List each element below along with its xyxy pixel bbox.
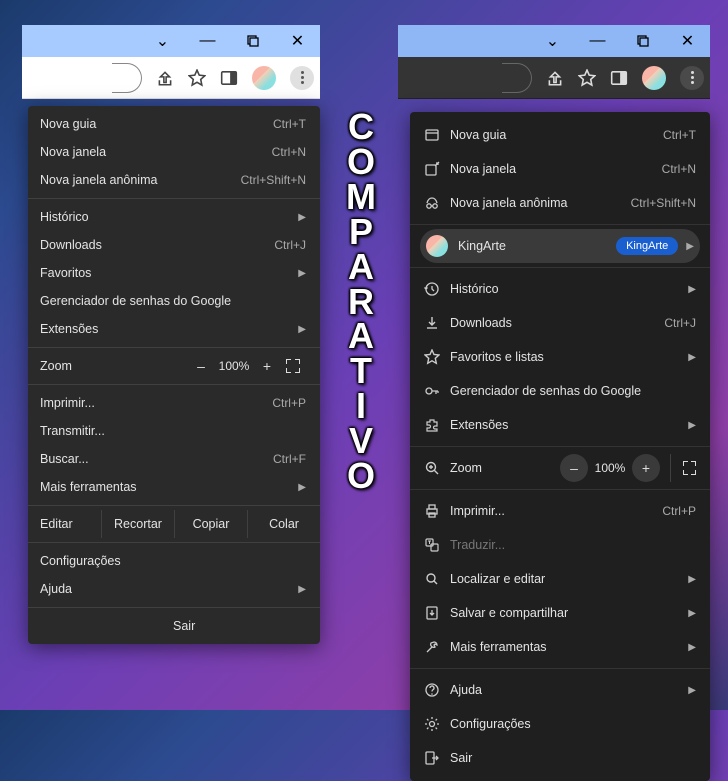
- toolbar-left: [22, 57, 320, 99]
- fullscreen-button[interactable]: [670, 454, 696, 482]
- bookmark-star-icon[interactable]: [188, 69, 206, 87]
- menu-item-cast[interactable]: Transmitir...: [28, 417, 320, 445]
- menu-item-downloads[interactable]: DownloadsCtrl+J: [28, 231, 320, 259]
- window-left: ⌄ — ✕: [22, 25, 320, 99]
- menu-item-bookmarks[interactable]: Favoritos▶: [28, 259, 320, 287]
- menu-item-help[interactable]: Ajuda▶: [410, 673, 710, 707]
- menu-item-exit[interactable]: Sair: [28, 612, 320, 640]
- close-button[interactable]: ✕: [665, 25, 710, 57]
- zoom-value: 100%: [590, 461, 630, 475]
- titlebar-right: ⌄ — ✕: [398, 25, 710, 57]
- side-panel-icon[interactable]: [220, 69, 238, 87]
- gear-icon: [424, 716, 450, 732]
- zoom-in-button[interactable]: +: [254, 355, 280, 377]
- key-icon: [424, 383, 450, 399]
- window-right: ⌄ — ✕: [398, 25, 710, 99]
- side-panel-icon[interactable]: [610, 69, 628, 87]
- download-icon: [424, 315, 450, 331]
- edit-label: Editar: [28, 510, 102, 538]
- history-icon: [424, 281, 450, 297]
- extension-icon: [424, 417, 450, 433]
- avatar[interactable]: [252, 66, 276, 90]
- copy-button[interactable]: Copiar: [175, 510, 248, 538]
- cut-button[interactable]: Recortar: [102, 510, 175, 538]
- avatar[interactable]: [642, 66, 666, 90]
- new-window-icon: [424, 161, 450, 177]
- menu-item-translate: Traduzir...: [410, 528, 710, 562]
- menu-item-settings[interactable]: Configurações: [28, 547, 320, 575]
- menu-item-downloads[interactable]: DownloadsCtrl+J: [410, 306, 710, 340]
- menu-item-new-tab[interactable]: Nova guiaCtrl+T: [28, 110, 320, 138]
- print-icon: [424, 503, 450, 519]
- comparison-label: COMPARATIVO: [346, 110, 377, 494]
- menu-item-profile[interactable]: KingArte KingArte ▶: [420, 229, 700, 263]
- menu-item-passwords[interactable]: Gerenciador de senhas do Google: [28, 287, 320, 315]
- share-icon[interactable]: [156, 69, 174, 87]
- profile-name: KingArte: [458, 239, 608, 253]
- menu-item-print[interactable]: Imprimir...Ctrl+P: [410, 494, 710, 528]
- menu-item-history[interactable]: Histórico▶: [28, 203, 320, 231]
- omnibox[interactable]: [502, 63, 532, 93]
- menu-item-new-window[interactable]: Nova janelaCtrl+N: [28, 138, 320, 166]
- menu-item-new-tab[interactable]: Nova guiaCtrl+T: [410, 118, 710, 152]
- bookmark-star-icon[interactable]: [578, 69, 596, 87]
- tab-icon: [424, 127, 450, 143]
- maximize-button[interactable]: [620, 25, 665, 57]
- menu-item-extensions[interactable]: Extensões▶: [28, 315, 320, 343]
- avatar-icon: [426, 235, 448, 257]
- incognito-icon: [424, 195, 450, 211]
- kebab-menu-button[interactable]: [680, 66, 704, 90]
- minimize-button[interactable]: —: [575, 25, 620, 57]
- menu-item-new-window[interactable]: Nova janelaCtrl+N: [410, 152, 710, 186]
- menu-item-incognito[interactable]: Nova janela anônimaCtrl+Shift+N: [28, 166, 320, 194]
- titlebar-left: ⌄ — ✕: [22, 25, 320, 57]
- menu-item-find-edit[interactable]: Localizar e editar▶: [410, 562, 710, 596]
- menu-item-zoom: Zoom – 100% +: [28, 352, 320, 380]
- zoom-icon: [424, 460, 450, 476]
- menu-item-more-tools[interactable]: Mais ferramentas▶: [28, 473, 320, 501]
- menu-item-print[interactable]: Imprimir...Ctrl+P: [28, 389, 320, 417]
- profile-badge: KingArte: [616, 237, 678, 255]
- star-icon: [424, 349, 450, 365]
- menu-item-edit: Editar Recortar Copiar Colar: [28, 510, 320, 538]
- menu-item-find[interactable]: Buscar...Ctrl+F: [28, 445, 320, 473]
- toolbar-right: [398, 57, 710, 99]
- fullscreen-button[interactable]: [280, 355, 306, 377]
- tab-dropdown-button[interactable]: ⌄: [140, 25, 185, 57]
- zoom-out-button[interactable]: –: [560, 454, 588, 482]
- help-icon: [424, 682, 450, 698]
- close-button[interactable]: ✕: [275, 25, 320, 57]
- tools-icon: [424, 639, 450, 655]
- omnibox[interactable]: [112, 63, 142, 93]
- kebab-menu-button[interactable]: [290, 66, 314, 90]
- translate-icon: [424, 537, 450, 553]
- search-icon: [424, 571, 450, 587]
- share-icon[interactable]: [546, 69, 564, 87]
- tab-dropdown-button[interactable]: ⌄: [530, 25, 575, 57]
- maximize-button[interactable]: [230, 25, 275, 57]
- menu-item-extensions[interactable]: Extensões▶: [410, 408, 710, 442]
- menu-item-help[interactable]: Ajuda▶: [28, 575, 320, 603]
- menu-item-save-share[interactable]: Salvar e compartilhar▶: [410, 596, 710, 630]
- exit-icon: [424, 750, 450, 766]
- menu-item-zoom: Zoom – 100% +: [410, 451, 710, 485]
- menu-item-exit[interactable]: Sair: [410, 741, 710, 775]
- paste-button[interactable]: Colar: [248, 510, 320, 538]
- menu-item-more-tools[interactable]: Mais ferramentas▶: [410, 630, 710, 664]
- menu-item-history[interactable]: Histórico▶: [410, 272, 710, 306]
- menu-item-incognito[interactable]: Nova janela anônimaCtrl+Shift+N: [410, 186, 710, 220]
- minimize-button[interactable]: —: [185, 25, 230, 57]
- zoom-in-button[interactable]: +: [632, 454, 660, 482]
- save-icon: [424, 605, 450, 621]
- zoom-out-button[interactable]: –: [188, 355, 214, 377]
- menu-item-passwords[interactable]: Gerenciador de senhas do Google: [410, 374, 710, 408]
- zoom-value: 100%: [214, 359, 254, 373]
- menu-item-bookmarks[interactable]: Favoritos e listas▶: [410, 340, 710, 374]
- chrome-menu-right: Nova guiaCtrl+T Nova janelaCtrl+N Nova j…: [410, 112, 710, 781]
- chrome-menu-left: Nova guiaCtrl+T Nova janelaCtrl+N Nova j…: [28, 106, 320, 644]
- menu-item-settings[interactable]: Configurações: [410, 707, 710, 741]
